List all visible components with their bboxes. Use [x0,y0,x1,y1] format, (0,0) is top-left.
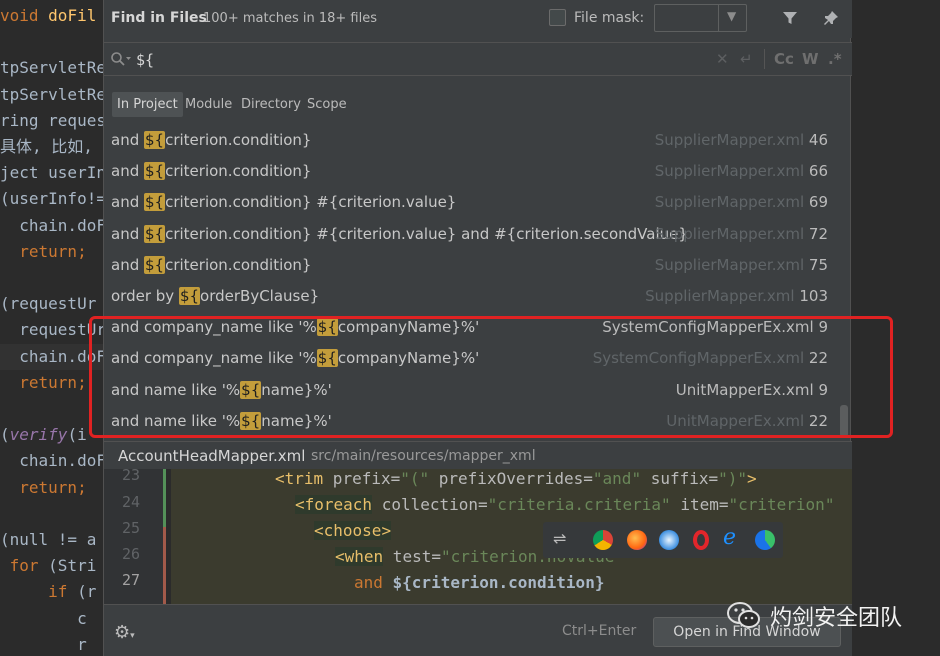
match-highlight: ${ [144,255,166,274]
preview-file-path: src/main/resources/mapper_xml [311,448,536,464]
background-code-line: return; [19,241,87,261]
vcs-change-marker [163,469,166,527]
search-icon[interactable] [110,51,132,71]
line-number-gutter: 23 24 25 26 27 [104,469,164,604]
line-number: 24 [121,493,140,511]
watermark: 灼剑安全团队 [726,596,902,636]
search-separator [764,49,765,69]
result-row[interactable]: and ${criterion.condition} #{criterion.v… [104,188,844,219]
shortcut-hint: Ctrl+Enter [562,623,637,639]
result-snippet: and ${criterion.condition} [111,162,312,181]
result-file-location: SupplierMapper.xml 69 [654,193,828,212]
result-row[interactable]: order by ${orderByClause} SupplierMapper.… [104,282,844,313]
match-count: 100+ matches in 18+ files [203,11,377,26]
scope-tabs: In Project Module Directory Scope [104,80,852,124]
background-code-line: chain.doF [0,451,106,471]
gear-icon[interactable]: ⚙▾ [114,622,135,643]
result-snippet: and ${criterion.condition} [111,255,312,274]
code-line-27: and ${criterion.condition} [354,573,605,592]
result-file-location: SupplierMapper.xml 72 [654,224,828,243]
result-file-location: SupplierMapper.xml 75 [654,255,828,274]
background-code-line: if (r [48,582,97,602]
background-code-line: (null != a [0,530,97,549]
safari-icon[interactable] [659,530,679,550]
words-button[interactable]: W [802,50,819,68]
code-line-25: <choose> [314,521,392,540]
combo-separator [718,5,719,31]
background-code-line: ject userIn [0,163,106,183]
match-highlight: ${ [144,224,166,243]
match-highlight: ${ [144,131,166,149]
tab-module[interactable]: Module [180,92,237,117]
background-code-line: chain.doF [0,215,106,235]
background-code-line: return; [19,477,87,497]
result-file-location: SupplierMapper.xml 46 [654,131,828,149]
background-code-line: tpServletRe [0,84,106,104]
firefox-icon[interactable] [627,530,647,550]
wechat-icon [727,602,760,628]
background-code-line: 具体, 比如, 处 [0,137,119,156]
pin-icon[interactable] [819,6,843,30]
tab-in-project[interactable]: In Project [112,92,183,117]
match-highlight: ${ [144,193,166,212]
file-mask-checkbox[interactable] [549,9,566,26]
background-code-line: (userInfo!= [0,189,106,209]
result-snippet: order by ${orderByClause} [111,287,320,305]
background-code-line: (requestUr [0,294,97,314]
search-input[interactable] [136,49,696,71]
filter-icon[interactable] [778,6,802,30]
preview-editor[interactable]: 23 24 25 26 27 <trim prefix="(" prefixOv… [104,469,852,604]
background-code-line: r [0,634,87,654]
line-number-current: 27 [121,571,140,589]
popup-header: Find in Files 100+ matches in 18+ files … [104,0,852,38]
code-line-23: <trim prefix="(" prefixOverrides="and" s… [275,469,757,488]
vcs-modified-marker [163,527,166,604]
opera-icon[interactable] [693,530,709,550]
internet-explorer-icon[interactable]: e [723,525,736,550]
wrap-icon[interactable]: ⇌ [553,529,566,548]
background-code-line: for (Stri [9,556,97,576]
result-row[interactable]: and ${criterion.condition} SupplierMapper… [104,126,844,157]
browser-chooser-bar: ⇌ e [543,522,783,558]
background-code-line: (verify(i [0,425,87,445]
result-snippet: and ${criterion.condition} [111,131,312,149]
line-number: 26 [121,545,140,563]
background-code-line: ring reques [0,110,106,130]
match-highlight: ${ [178,287,201,305]
background-code-line: void doFil [0,6,97,25]
line-number: 25 [121,519,140,537]
code-line-24: <foreach collection="criteria.criteria" … [295,495,835,514]
popup-title: Find in Files [111,10,207,26]
match-case-button[interactable]: Cc [774,50,794,68]
line-number: 23 [121,469,140,484]
preview-file-name: AccountHeadMapper.xml [118,447,306,465]
search-row: ✕ ↵ Cc W .* [104,42,852,76]
regex-button[interactable]: .* [828,50,842,68]
tab-directory[interactable]: Directory [236,92,306,117]
background-code-line: tpServletRe [0,58,106,78]
file-mask-combo[interactable]: ▼ [654,4,747,32]
result-file-location: SupplierMapper.xml 103 [645,287,828,305]
chrome-icon[interactable] [593,530,613,550]
result-file-location: SupplierMapper.xml 66 [654,162,828,181]
result-row[interactable]: and ${criterion.condition} SupplierMapper… [104,251,844,282]
clear-icon[interactable]: ✕ [716,50,729,68]
match-highlight: ${ [144,162,166,181]
preview-header: AccountHeadMapper.xml src/main/resources… [104,441,852,469]
chevron-down-icon[interactable]: ▼ [727,9,736,23]
background-code-line: c [0,608,87,628]
edge-icon[interactable] [755,530,775,550]
watermark-text: 灼剑安全团队 [770,606,903,631]
result-snippet: and ${criterion.condition} #{criterion.v… [111,224,688,243]
annotation-highlight-box [89,316,893,438]
file-mask-label: File mask: [574,10,645,26]
background-code-line: return; [19,372,87,392]
tab-scope[interactable]: Scope [302,92,352,117]
result-row[interactable]: and ${criterion.condition} #{criterion.v… [104,220,844,251]
new-line-icon[interactable]: ↵ [740,50,753,68]
result-row[interactable]: and ${criterion.condition} SupplierMapper… [104,157,844,188]
result-snippet: and ${criterion.condition} #{criterion.v… [111,193,457,212]
